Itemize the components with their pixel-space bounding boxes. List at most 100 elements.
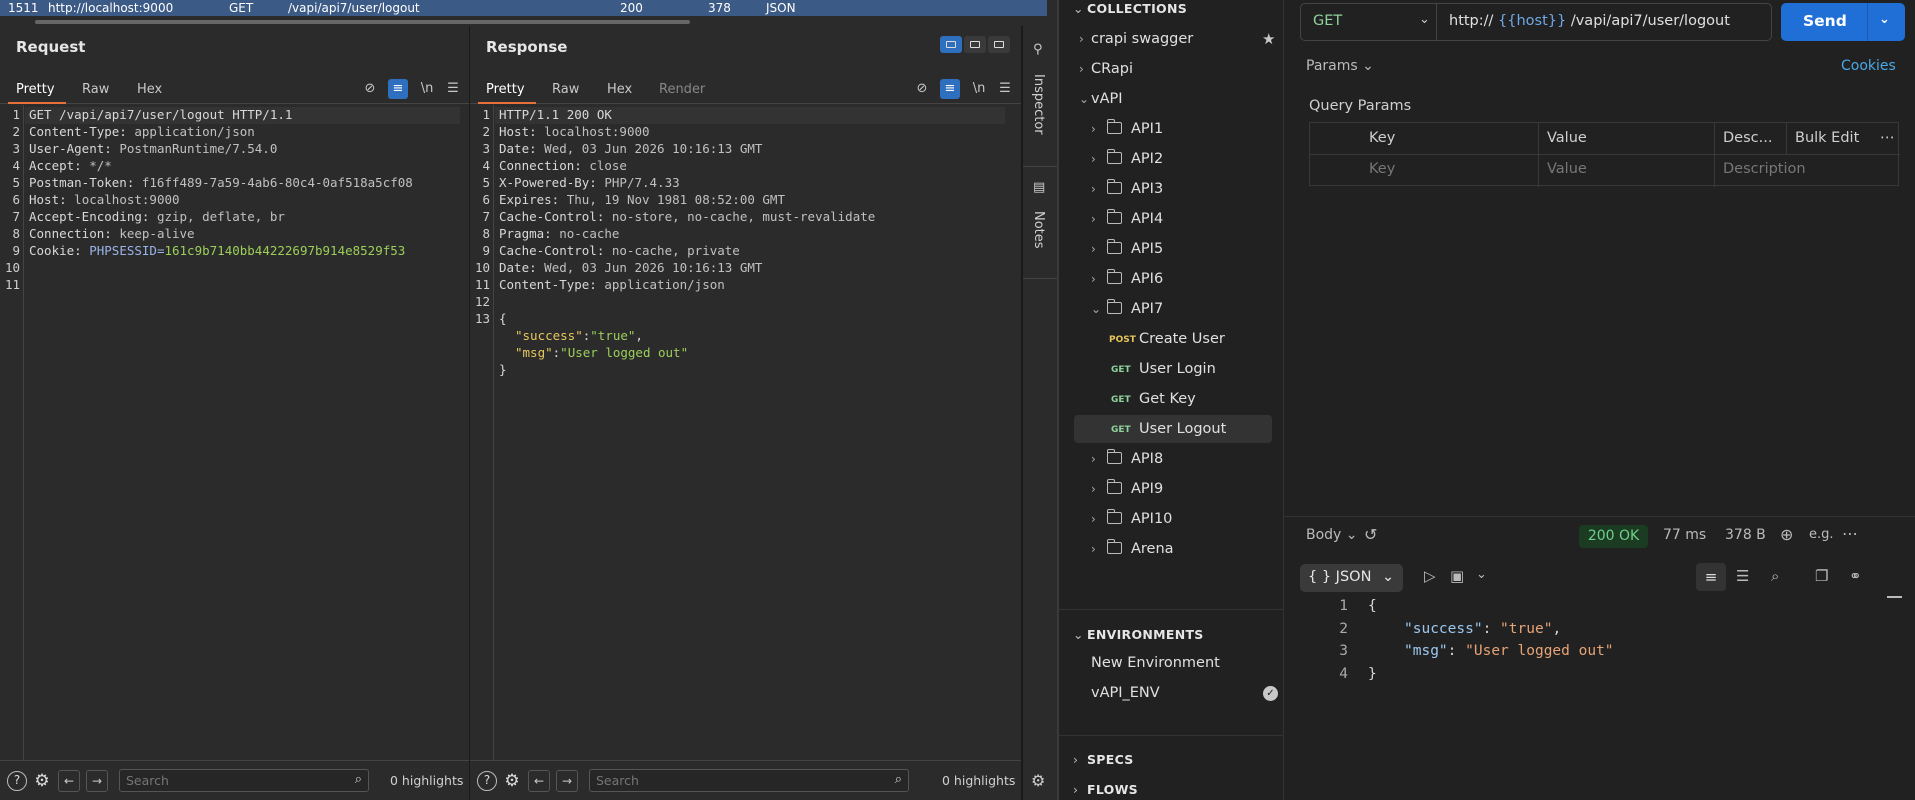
collection-crapi-swagger[interactable]: › crapi swagger ★ — [1073, 25, 1275, 53]
screen: 1511 http://localhost:9000 GET /vapi/api… — [0, 0, 1915, 800]
request-editor[interactable]: 1 2 3 4 5 6 7 8 9 10 11 GET /vapi/api7/u… — [0, 105, 469, 785]
example-icon[interactable]: e.g. — [1809, 527, 1834, 542]
burp-suite: 1511 http://localhost:9000 GET /vapi/api… — [0, 0, 1058, 800]
image-icon[interactable]: ▣ — [1450, 567, 1464, 585]
folder-api2[interactable]: › API2 — [1073, 145, 1273, 173]
wrap-icon[interactable]: ≡ — [940, 79, 960, 99]
response-search-input[interactable] — [596, 772, 806, 789]
bulk-edit-button[interactable]: Bulk Edit — [1795, 130, 1859, 146]
help-icon[interactable]: ? — [7, 771, 27, 791]
filter-icon[interactable]: ☰ — [1736, 567, 1749, 585]
params-tab[interactable]: Params ⌄ — [1306, 58, 1374, 74]
back-arrow-icon[interactable]: ← — [58, 770, 80, 792]
cookies-link[interactable]: Cookies — [1841, 58, 1896, 74]
response-editor[interactable]: 1 2 3 4 5 6 7 8 9 10 11 12 13 HTTP/1.1 2… — [470, 105, 1021, 785]
request-user-login[interactable]: GET User Login — [1073, 355, 1273, 383]
env-new-environment[interactable]: New Environment — [1073, 649, 1273, 677]
tab-pretty[interactable]: Pretty — [16, 82, 55, 97]
inspector-icon[interactable]: ⚲ — [1033, 42, 1043, 57]
newline-icon[interactable]: \n — [969, 79, 989, 99]
response-search[interactable]: ⌕ — [589, 769, 909, 792]
active-tab-indicator — [8, 102, 66, 104]
hide-icon[interactable]: ⊘ — [912, 79, 932, 99]
key-input[interactable]: Key — [1369, 161, 1395, 177]
folder-api6[interactable]: › API6 — [1073, 265, 1273, 293]
folder-api1[interactable]: › API1 — [1073, 115, 1273, 143]
collection-crapi[interactable]: › CRapi — [1073, 55, 1273, 83]
forward-arrow-icon[interactable]: → — [556, 770, 578, 792]
copy-icon[interactable]: ❐ — [1815, 567, 1828, 585]
body-tab[interactable]: Body ⌄ — [1306, 527, 1358, 543]
url-input[interactable]: http:// {{host}} /vapi/api7/user/logout — [1449, 13, 1730, 29]
folder-api5[interactable]: › API5 — [1073, 235, 1273, 263]
description-input[interactable]: Description — [1723, 161, 1806, 177]
tab-pretty[interactable]: Pretty — [486, 82, 525, 97]
folder-api7[interactable]: ⌄ API7 — [1073, 295, 1273, 323]
method-select[interactable]: GET ⌄ — [1301, 4, 1437, 40]
response-size[interactable]: 378 B — [1725, 527, 1766, 543]
history-row-selected[interactable]: 1511 http://localhost:9000 GET /vapi/api… — [0, 0, 1047, 16]
specs-header[interactable]: › SPECS — [1073, 752, 1134, 767]
request-user-logout[interactable]: GET User Logout — [1074, 415, 1272, 443]
request-search[interactable]: ⌕ — [119, 769, 369, 792]
play-icon[interactable]: ▷ — [1424, 567, 1436, 585]
code-line: X-Powered-By: PHP/7.4.33 — [499, 175, 680, 190]
request-get-key[interactable]: GET Get Key — [1073, 385, 1273, 413]
scrollbar-thumb[interactable] — [35, 20, 690, 24]
send-button[interactable]: Send ⌄ — [1781, 3, 1905, 41]
notes-tab[interactable]: Notes — [1031, 211, 1046, 249]
folder-api3[interactable]: › API3 — [1073, 175, 1273, 203]
single-pane-icon[interactable] — [988, 36, 1010, 53]
folder-api8[interactable]: › API8 — [1073, 445, 1273, 473]
format-json-select[interactable]: { } JSON ⌄ — [1300, 564, 1403, 592]
link-icon[interactable]: ⚭ — [1849, 567, 1862, 585]
tab-hex[interactable]: Hex — [607, 82, 632, 97]
request-create-user[interactable]: POST Create User — [1073, 325, 1273, 353]
wrap-lines-icon[interactable]: ≡ — [1696, 563, 1726, 591]
newline-icon[interactable]: \n — [417, 79, 437, 99]
request-footer: ? ⚙ ← → ⌕ 0 highlights — [0, 760, 469, 800]
env-vapi-env[interactable]: vAPI_ENV ✓ — [1073, 679, 1278, 707]
response-time[interactable]: 77 ms — [1663, 527, 1706, 543]
search-icon[interactable]: ⌕ — [1771, 567, 1779, 585]
environments-header[interactable]: ⌄ ENVIRONMENTS — [1073, 627, 1204, 642]
help-icon[interactable]: ? — [477, 771, 497, 791]
status-badge[interactable]: 200 OK — [1579, 525, 1648, 548]
chevron-down-icon[interactable]: ⌄ — [1879, 12, 1890, 27]
split-horizontal-icon[interactable] — [940, 36, 962, 53]
hide-icon[interactable]: ⊘ — [360, 79, 380, 99]
menu-icon[interactable]: ☰ — [443, 79, 463, 99]
request-search-input[interactable] — [126, 772, 336, 789]
star-icon[interactable]: ★ — [1262, 25, 1275, 53]
tab-raw[interactable]: Raw — [82, 82, 109, 97]
folder-api9[interactable]: › API9 — [1073, 475, 1273, 503]
folder-api10[interactable]: › API10 — [1073, 505, 1273, 533]
folder-arena[interactable]: › Arena — [1073, 535, 1273, 563]
chevron-down-icon[interactable]: ⌄ — [1476, 567, 1487, 582]
collections-header[interactable]: ⌄ COLLECTIONS — [1073, 1, 1187, 16]
forward-arrow-icon[interactable]: → — [86, 770, 108, 792]
split-vertical-icon[interactable] — [964, 36, 986, 53]
tab-raw[interactable]: Raw — [552, 82, 579, 97]
history-icon[interactable]: ↺ — [1364, 525, 1377, 544]
settings-gear-icon[interactable]: ⚙ — [32, 771, 52, 791]
inspector-tab[interactable]: Inspector — [1031, 74, 1046, 135]
tab-hex[interactable]: Hex — [137, 82, 162, 97]
globe-icon[interactable]: ⊕ — [1780, 525, 1793, 544]
collection-vapi[interactable]: ⌄ vAPI — [1073, 85, 1273, 113]
back-arrow-icon[interactable]: ← — [528, 770, 550, 792]
tab-render[interactable]: Render — [659, 82, 705, 97]
folder-api4[interactable]: › API4 — [1073, 205, 1273, 233]
flows-header[interactable]: › FLOWS — [1073, 782, 1138, 797]
more-icon[interactable]: ⋯ — [1842, 524, 1858, 543]
menu-icon[interactable]: ☰ — [995, 79, 1015, 99]
wrap-icon[interactable]: ≡ — [388, 79, 408, 99]
value-input[interactable]: Value — [1547, 161, 1587, 177]
more-icon[interactable]: ⋯ — [1880, 130, 1895, 146]
scrollbar-thumb[interactable] — [1887, 596, 1902, 598]
settings-gear-icon[interactable]: ⚙ — [1031, 771, 1045, 790]
history-scrollbar[interactable] — [0, 16, 1047, 26]
settings-gear-icon[interactable]: ⚙ — [502, 771, 522, 791]
active-tab-indicator — [478, 102, 536, 104]
notes-icon[interactable]: ▤ — [1033, 180, 1045, 195]
